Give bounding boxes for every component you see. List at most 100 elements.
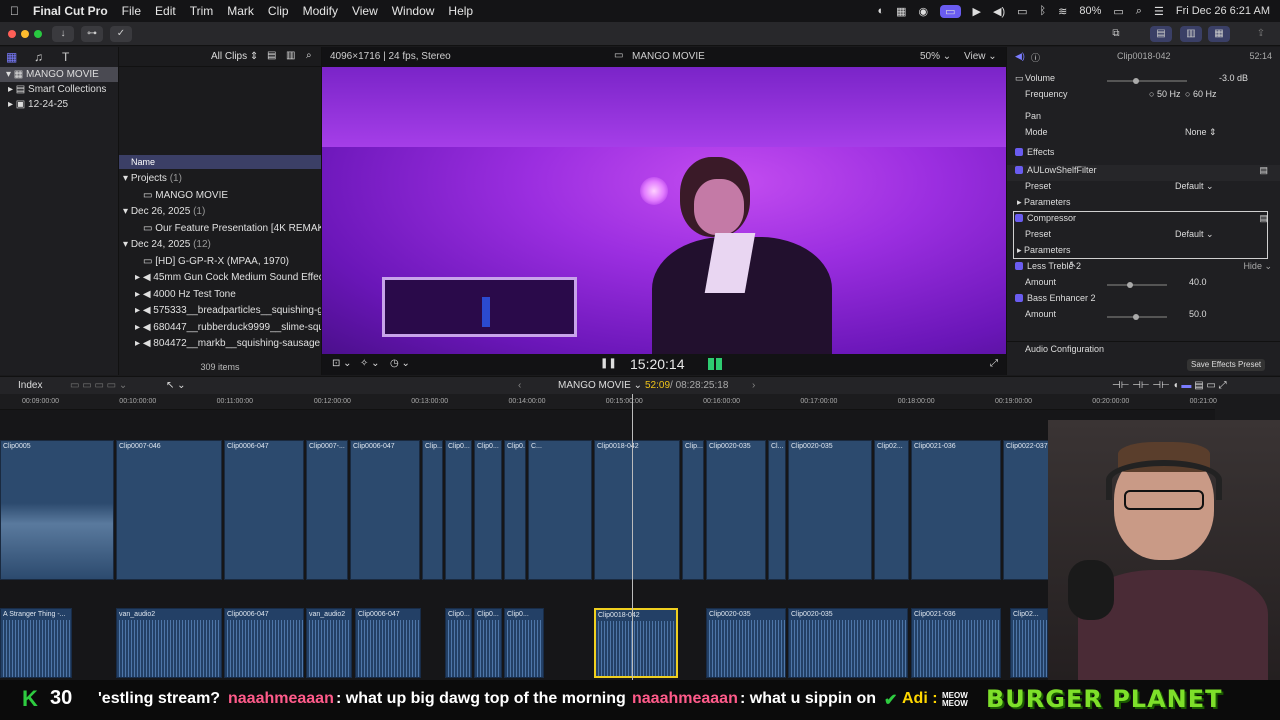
photos-audio-tab-icon[interactable]: ♫	[34, 50, 43, 64]
menu-file[interactable]: File	[122, 4, 141, 18]
amount-knob[interactable]	[1133, 314, 1139, 320]
apple-menu-icon[interactable]: 	[10, 4, 19, 18]
menu-mark[interactable]: Mark	[227, 4, 254, 18]
wifi-icon[interactable]: ≋	[1058, 5, 1067, 18]
zoom-dropdown[interactable]: 50% ⌄	[920, 51, 951, 62]
browser-row[interactable]: ▾ Dec 26, 2025 (1)	[119, 204, 321, 221]
browser-row[interactable]: ▸ ◀ 575333__breadparticles__squishing-ge…	[119, 303, 321, 320]
menu-help[interactable]: Help	[448, 4, 473, 18]
playhead[interactable]	[632, 394, 633, 680]
close-window-button[interactable]	[8, 30, 16, 38]
export-icon[interactable]: ⇪	[1250, 26, 1272, 42]
hide-button[interactable]: Hide ⌄	[1243, 261, 1272, 272]
search-icon[interactable]: ⌕	[1136, 5, 1142, 18]
screen-record-icon[interactable]: ▭	[940, 4, 961, 18]
disclosure-icon[interactable]: ▸	[135, 338, 140, 349]
wifi-ext-icon[interactable]: ◉	[919, 5, 929, 18]
index-button[interactable]: Index	[18, 380, 42, 391]
clock[interactable]: Fri Dec 26 6:21 AM	[1176, 5, 1270, 17]
video-clip[interactable]: Clip0006-047	[350, 440, 420, 580]
compressor-settings-icon[interactable]: ▤	[1259, 213, 1268, 224]
pan-mode-dropdown[interactable]: None ⇕	[1185, 127, 1217, 138]
app-menu[interactable]: Final Cut Pro	[33, 4, 108, 18]
aulowshelf-checkbox[interactable]	[1015, 166, 1023, 174]
back-arrow-icon[interactable]: ‹	[518, 380, 521, 391]
layout-inspector-icon[interactable]: ▦	[1208, 26, 1230, 42]
less-treble-amount-slider[interactable]	[1107, 282, 1167, 288]
grid-status-icon[interactable]: ▦	[896, 5, 906, 18]
select-tool-icon[interactable]: ↖ ⌄	[166, 380, 186, 391]
checkmark-icon[interactable]: ✓	[110, 26, 132, 42]
volume-slider[interactable]	[1107, 78, 1187, 84]
video-clip[interactable]: Clip02...	[874, 440, 909, 580]
volume-icon[interactable]: ◀)	[993, 5, 1005, 18]
timeline[interactable]: Clip0005 Clip0007-046 Clip0006-047 Clip0007…	[0, 394, 1215, 680]
edit-tools-icon[interactable]: ▭ ▭ ▭ ▭ ⌄	[70, 380, 127, 391]
amount-knob[interactable]	[1127, 282, 1133, 288]
audio-clip[interactable]: Clip0006-047	[355, 608, 421, 678]
status-icon[interactable]: ◐	[877, 5, 884, 17]
video-clip[interactable]: Clip...	[682, 440, 704, 580]
aulowshelf-settings-icon[interactable]: ▤	[1259, 165, 1268, 176]
disclosure-icon[interactable]: ▸	[135, 289, 140, 300]
share-icon[interactable]: ⧉	[1105, 26, 1127, 42]
effects-checkbox[interactable]	[1015, 148, 1023, 156]
video-clip[interactable]: Cl...	[768, 440, 786, 580]
video-clip[interactable]: Clip0021-036	[911, 440, 1001, 580]
zoom-window-button[interactable]	[34, 30, 42, 38]
audio-clip[interactable]: van_audio2	[116, 608, 222, 678]
library-item-event[interactable]: ▸ ▣ 12-24-25	[0, 97, 118, 112]
video-clip[interactable]: Clip0007-...	[306, 440, 348, 580]
menu-modify[interactable]: Modify	[303, 4, 338, 18]
menu-edit[interactable]: Edit	[155, 4, 176, 18]
disclosure-icon[interactable]: ▾	[123, 206, 128, 217]
menu-clip[interactable]: Clip	[268, 4, 289, 18]
audio-inspector-icon[interactable]: ◀)	[1015, 51, 1025, 62]
aulowshelf-preset-dropdown[interactable]: Default ⌄	[1175, 181, 1214, 192]
bass-enhancer-checkbox[interactable]	[1015, 294, 1023, 302]
audio-configuration-section[interactable]: Audio Configuration	[1007, 341, 1280, 357]
video-clip[interactable]: Clip0018-042	[594, 440, 680, 580]
forward-arrow-icon[interactable]: ›	[752, 380, 755, 391]
video-clip[interactable]: Clip0...	[445, 440, 472, 580]
browser-row[interactable]: ▾ Projects (1)	[119, 171, 321, 188]
audio-clip[interactable]: Clip0...	[504, 608, 544, 678]
browser-row[interactable]: ▸ ◀ 680447__rubberduck9999__slime-squis	[119, 320, 321, 337]
compressor-preset-dropdown[interactable]: Default ⌄	[1175, 229, 1214, 240]
disclosure-icon[interactable]: ▾	[123, 239, 128, 250]
clip-filter-dropdown[interactable]: All Clips ⇕	[211, 51, 258, 62]
volume-value[interactable]: -3.0 dB	[1219, 73, 1248, 83]
display-icon[interactable]: ▭	[1017, 5, 1027, 18]
browser-row[interactable]: ▸ ◀ 45mm Gun Cock Medium Sound Effect	[119, 270, 321, 287]
fullscreen-icon[interactable]: ⤢	[990, 358, 998, 369]
name-column-header[interactable]: Name	[119, 155, 321, 169]
browser-row[interactable]: ▸ ◀ 804472__markb__squishing-sausage	[119, 336, 321, 353]
volume-knob[interactable]	[1133, 78, 1139, 84]
bass-enhancer-amount-value[interactable]: 50.0	[1189, 309, 1207, 319]
browser-row[interactable]: ▭ Our Feature Presentation [4K REMAKE]	[119, 221, 321, 238]
import-icon[interactable]: ↓	[52, 26, 74, 42]
speed-icon[interactable]: ◷ ⌄	[390, 358, 410, 369]
clip-appearance-icon[interactable]: ▤	[267, 50, 276, 61]
play-icon[interactable]: ▶	[973, 5, 981, 18]
disclosure-icon[interactable]: ▸	[135, 272, 140, 283]
audio-clip[interactable]: Clip0...	[445, 608, 472, 678]
less-treble-checkbox[interactable]	[1015, 262, 1023, 270]
timeline-ruler[interactable]: 00:09:00:00 00:10:00:00 00:11:00:00 00:12:0…	[0, 394, 1217, 410]
search-icon[interactable]: ⌕	[306, 50, 312, 61]
video-clip[interactable]: Clip0...	[504, 440, 526, 580]
layout-browser-icon[interactable]: ▤	[1150, 26, 1172, 42]
titles-generators-tab-icon[interactable]: T	[62, 50, 69, 64]
transform-icon[interactable]: ⊡ ⌄	[332, 358, 352, 369]
disclosure-icon[interactable]: ▸	[135, 305, 140, 316]
audio-clip[interactable]: Clip0020-035	[706, 608, 786, 678]
video-clip[interactable]: Clip0020-035	[706, 440, 766, 580]
video-clip[interactable]: Clip0020-035	[788, 440, 872, 580]
libraries-tab-icon[interactable]: ▦	[6, 50, 17, 64]
menu-view[interactable]: View	[352, 4, 378, 18]
audio-clip[interactable]: Clip0021-036	[911, 608, 1001, 678]
bass-enhancer-amount-slider[interactable]	[1107, 314, 1167, 320]
disclosure-icon[interactable]: ▸	[135, 322, 140, 333]
audio-clip[interactable]: Clip0020-035	[788, 608, 908, 678]
compressor-checkbox[interactable]	[1015, 214, 1023, 222]
